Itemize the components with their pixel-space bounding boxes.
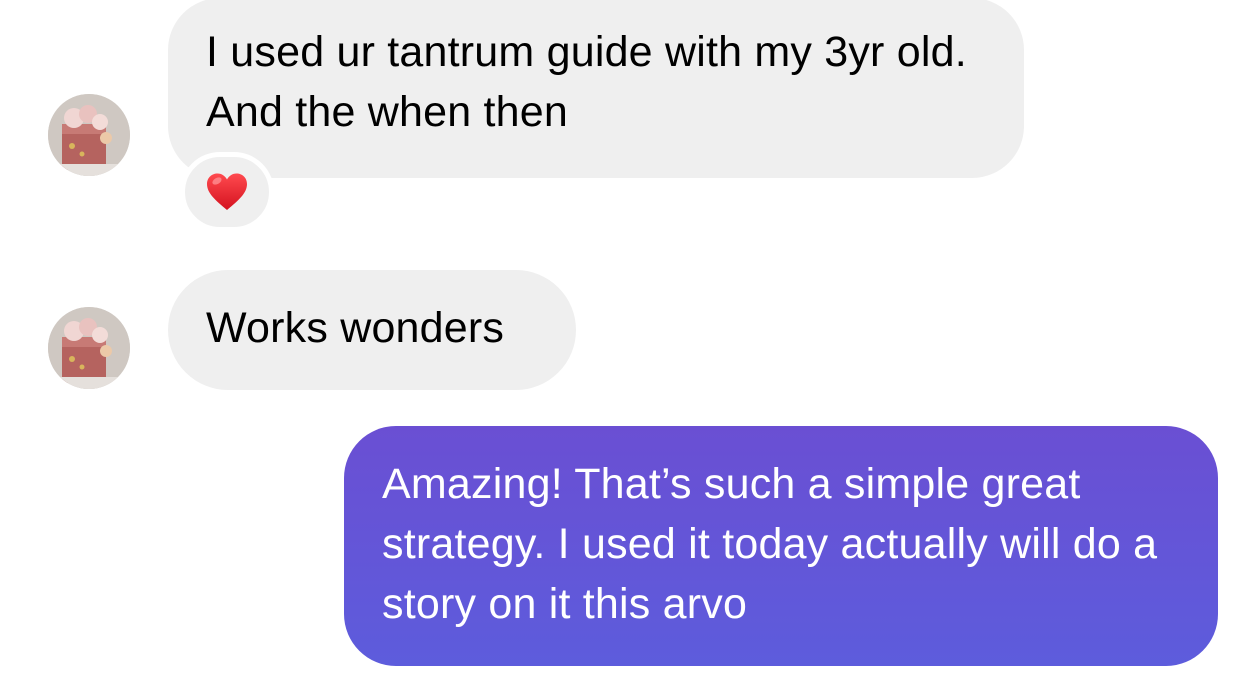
incoming-message-bubble[interactable]: I used ur tantrum guide with my 3yr old.… <box>168 0 1024 178</box>
avatar-photo-icon <box>48 94 130 176</box>
message-reaction[interactable] <box>180 152 274 232</box>
sender-avatar[interactable] <box>48 94 130 176</box>
message-text: Amazing! That’s such a simple great stra… <box>382 460 1158 628</box>
incoming-message-bubble[interactable]: Works wonders <box>168 270 576 390</box>
message-text: I used ur tantrum guide with my 3yr old.… <box>206 28 967 136</box>
red-heart-icon <box>207 173 247 210</box>
avatar-photo-icon <box>48 307 130 389</box>
message-text: Works wonders <box>206 304 505 352</box>
sender-avatar[interactable] <box>48 307 130 389</box>
outgoing-message-bubble[interactable]: Amazing! That’s such a simple great stra… <box>344 426 1218 666</box>
